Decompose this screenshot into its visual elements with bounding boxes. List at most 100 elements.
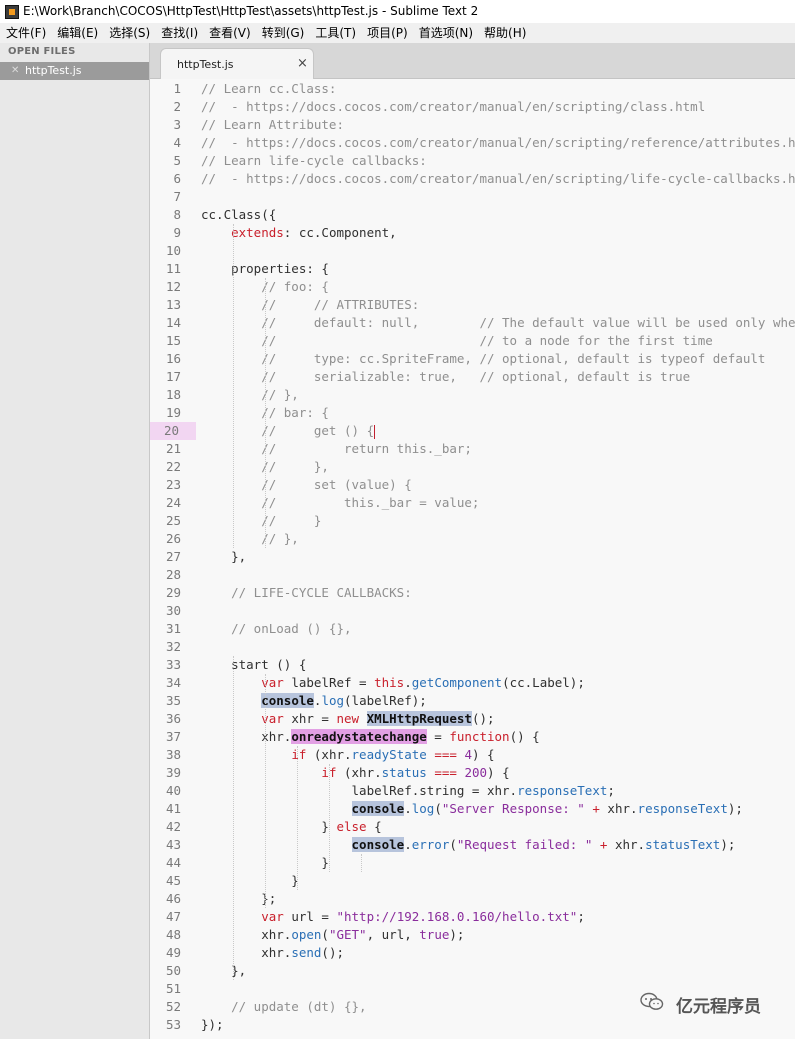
code-token: // default: null, // The default value w…: [261, 315, 795, 330]
line-number: 41: [165, 801, 181, 816]
code-editor[interactable]: 1 2 3 4 5 6 7 8 9 10 11 12 13 14 15 16 17 18 19 20 21 22 23 24 2…: [150, 79, 795, 1039]
code-line[interactable]: // // to a node for the first time: [201, 332, 713, 350]
code-token: );: [727, 801, 743, 816]
code-token: error: [411, 837, 450, 852]
code-token: },: [201, 549, 247, 564]
code-line[interactable]: // get () {: [201, 422, 376, 440]
code-token: // - https://docs.cocos.com/creator/manu…: [201, 135, 795, 150]
menu-item-10[interactable]: 帮助(H): [478, 23, 531, 43]
tab-httptest[interactable]: httpTest.js ×: [160, 48, 314, 80]
code-token: // }: [201, 513, 322, 528]
line-number: 11: [165, 261, 181, 276]
code-line[interactable]: var xhr = new XMLHttpRequest();: [201, 710, 495, 728]
menu-item-9[interactable]: 首选项(N): [413, 23, 478, 43]
code-line[interactable]: // - https://docs.cocos.com/creator/manu…: [201, 98, 705, 116]
code-token: // this._bar = value;: [201, 495, 480, 510]
code-token: // Learn Attribute:: [201, 117, 344, 132]
line-number: 6: [173, 171, 181, 186]
code-token: // Learn life-cycle callbacks:: [201, 153, 427, 168]
code-line[interactable]: // Learn Attribute:: [201, 116, 344, 134]
line-number: 5: [173, 153, 181, 168]
code-token: xhr.: [201, 945, 292, 960]
code-line[interactable]: properties: {: [201, 260, 329, 278]
code-line[interactable]: start () {: [201, 656, 306, 674]
code-token: (: [449, 837, 457, 852]
code-token: ) {: [471, 747, 495, 762]
code-line[interactable]: // },: [201, 530, 299, 548]
code-line[interactable]: var url = "http://192.168.0.160/hello.tx…: [201, 908, 585, 926]
wechat-icon: [640, 992, 664, 1010]
code-line[interactable]: // onLoad () {},: [201, 620, 351, 638]
code-token: send: [291, 945, 322, 960]
line-number: 14: [165, 315, 181, 330]
menu-item-4[interactable]: 查找(I): [155, 23, 203, 43]
code-line[interactable]: // - https://docs.cocos.com/creator/manu…: [201, 134, 795, 152]
code-line[interactable]: });: [201, 1016, 224, 1034]
line-number: 8: [173, 207, 181, 222]
text-caret: [374, 424, 376, 439]
code-line[interactable]: if (xhr.status === 200) {: [201, 764, 510, 782]
code-line[interactable]: // default: null, // The default value w…: [201, 314, 795, 332]
open-file-item[interactable]: ✕ httpTest.js: [0, 62, 149, 80]
menu-item-6[interactable]: 转到(G): [256, 23, 310, 43]
line-number-gutter: 1 2 3 4 5 6 7 8 9 10 11 12 13 14 15 16 17 18 19 20 21 22 23 24 2…: [150, 79, 196, 1039]
code-line[interactable]: } else {: [201, 818, 381, 836]
code-line[interactable]: console.error("Request failed: " + xhr.s…: [201, 836, 735, 854]
code-token: console: [351, 801, 405, 816]
code-line[interactable]: // - https://docs.cocos.com/creator/manu…: [201, 170, 795, 188]
code-line[interactable]: // },: [201, 386, 299, 404]
code-token: "Request failed: ": [456, 837, 593, 852]
code-token: properties: {: [201, 261, 329, 276]
code-line[interactable]: // update (dt) {},: [201, 998, 366, 1016]
code-line[interactable]: },: [201, 548, 246, 566]
code-token: // // to a node for the first time: [201, 333, 713, 348]
code-token: this: [374, 675, 405, 690]
code-line[interactable]: // }: [201, 512, 321, 530]
line-number: 42: [165, 819, 181, 834]
line-number: 29: [165, 585, 181, 600]
menu-item-1[interactable]: 文件(F): [0, 23, 51, 43]
menu-item-3[interactable]: 选择(S): [103, 23, 155, 43]
code-line[interactable]: xhr.open("GET", url, true);: [201, 926, 464, 944]
line-number: 33: [165, 657, 181, 672]
code-token: // - https://docs.cocos.com/creator/manu…: [201, 99, 706, 114]
code-line[interactable]: var labelRef = this.getComponent(cc.Labe…: [201, 674, 585, 692]
code-token: ===: [434, 747, 457, 762]
code-line[interactable]: xhr.onreadystatechange = function() {: [201, 728, 540, 746]
code-line[interactable]: // LIFE-CYCLE CALLBACKS:: [201, 584, 412, 602]
menu-item-5[interactable]: 查看(V): [203, 23, 256, 43]
code-token: console: [261, 693, 314, 708]
close-file-icon[interactable]: ✕: [11, 62, 19, 80]
code-line[interactable]: if (xhr.readyState === 4) {: [201, 746, 495, 764]
code-line[interactable]: extends: cc.Component,: [201, 224, 397, 242]
code-line[interactable]: console.log("Server Response: " + xhr.re…: [201, 800, 743, 818]
code-token: // },: [201, 531, 299, 546]
code-token: (: [321, 927, 329, 942]
line-number: 40: [165, 783, 181, 798]
code-line[interactable]: console.log(labelRef);: [201, 692, 427, 710]
menu-item-7[interactable]: 工具(T): [309, 23, 361, 43]
menu-item-8[interactable]: 项目(P): [361, 23, 413, 43]
code-line[interactable]: labelRef.string = xhr.responseText;: [201, 782, 615, 800]
code-token: .: [404, 801, 412, 816]
code-line[interactable]: }: [201, 872, 299, 890]
code-line[interactable]: },: [201, 962, 246, 980]
code-line[interactable]: // Learn cc.Class:: [201, 80, 336, 98]
code-token: responseText: [517, 783, 608, 798]
close-tab-icon[interactable]: ×: [297, 56, 308, 71]
code-line[interactable]: // Learn life-cycle callbacks:: [201, 152, 427, 170]
code-line[interactable]: xhr.send();: [201, 944, 344, 962]
line-number: 3: [173, 117, 181, 132]
line-number: 23: [165, 477, 181, 492]
code-token: ) {: [487, 765, 510, 780]
code-line[interactable]: // type: cc.SpriteFrame, // optional, de…: [201, 350, 765, 368]
code-line[interactable]: // serializable: true, // optional, defa…: [201, 368, 690, 386]
code-line[interactable]: // return this._bar;: [201, 440, 472, 458]
code-line[interactable]: cc.Class({: [201, 206, 276, 224]
menu-item-2[interactable]: 编辑(E): [51, 23, 103, 43]
code-line[interactable]: // this._bar = value;: [201, 494, 479, 512]
